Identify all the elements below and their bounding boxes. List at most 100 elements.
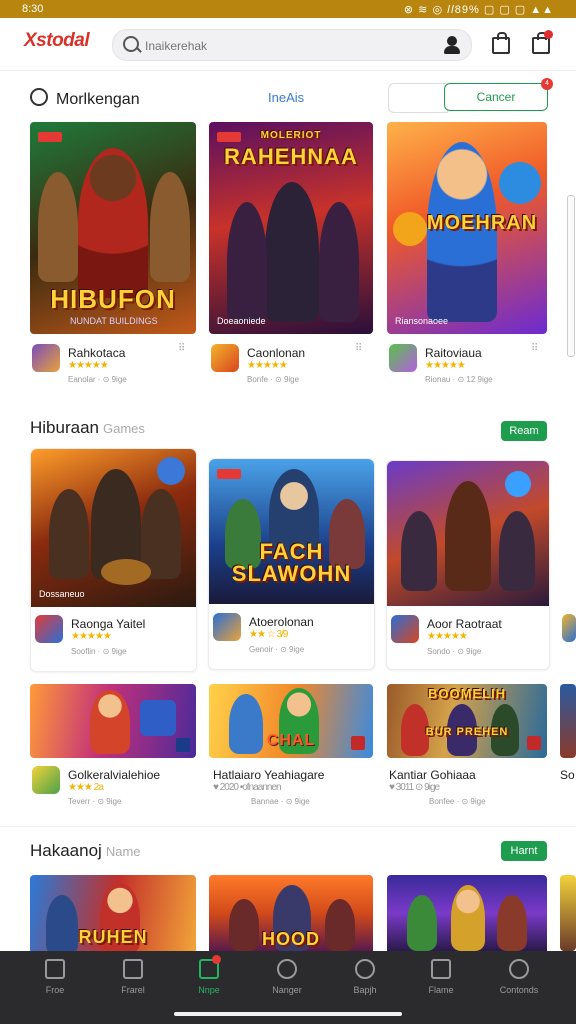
search-icon: [30, 88, 48, 106]
game-card-partial[interactable]: So: [560, 684, 576, 814]
game-info: Raonga Yaitel ★★★★★ Sooflin · ⊙ 9ige: [31, 613, 196, 669]
game-info: Atoerolonan ★★ ☆ 3/9 Genoir · ⊙ 9ige: [209, 611, 374, 667]
hero-figure: [445, 481, 491, 591]
gem-shape: [140, 700, 176, 736]
art-title: HIBUFON: [50, 284, 176, 314]
game-card[interactable]: Aoor Raotraat ★★★★★ Sondo · ⊙ 9ige: [386, 460, 550, 670]
game-card[interactable]: Dossaneuo Raonga Yaitel ★★★★★ Sooflin · …: [30, 448, 197, 672]
status-bar: 8:30 ⊗ ≋ ◎ 𝑙𝑙89% ▢ ▢ ▢ ▲▲: [0, 0, 576, 18]
harnt-button[interactable]: Harnt: [501, 841, 547, 861]
nav-flame[interactable]: Flame: [408, 959, 474, 1007]
rating-stars: ★★★ 2a: [68, 782, 104, 793]
game-card[interactable]: [387, 875, 553, 951]
art-title: BOOMELIH: [427, 686, 507, 701]
hero-figure: [401, 511, 437, 591]
game-info: Golkeralvialehioe ★★★ 2a Teverr · ⊙ 9ige: [30, 766, 196, 814]
art-title: HOOD: [262, 929, 320, 949]
blank-button[interactable]: [388, 83, 448, 113]
game-card[interactable]: CHAL Hatlaiaro Yeahiagare ♥ 2020 •ofnaan…: [209, 684, 375, 814]
game-art: [560, 875, 576, 951]
app-icon: [389, 344, 417, 372]
scrollbar[interactable]: [567, 195, 575, 357]
tab-mid[interactable]: IneAis: [268, 90, 304, 105]
more-icon[interactable]: ⠿: [355, 344, 367, 356]
hero-figure: [150, 172, 190, 282]
game-card[interactable]: HIBUFON NUNDAT BUILDINGS Rahkotaca ★★★★★…: [30, 122, 196, 392]
corner-badge: [527, 736, 541, 750]
rating-stars: ★★★★★: [71, 631, 112, 642]
hero-figure: [78, 148, 148, 298]
more-icon[interactable]: ⠿: [531, 344, 543, 356]
section-title-hakaanoj: Hakaanoj Name: [30, 841, 141, 860]
section-title-hiburaan: Hiburaan Games: [30, 418, 145, 437]
game-art: [387, 875, 547, 951]
nav-manager[interactable]: Nanger: [254, 959, 320, 1007]
search-icon: [123, 36, 139, 52]
app-header: Xstodal: [0, 18, 576, 71]
game-card[interactable]: MOEHRAN Riansonaoee Raitoviaua ★★★★★ Rio…: [387, 122, 553, 392]
game-meta: Bonfee · ⊙ 9ige: [429, 797, 486, 806]
game-name: Raitoviaua: [425, 346, 482, 360]
magnifier-icon: [509, 959, 529, 979]
hero-figure: [497, 895, 527, 951]
more-icon[interactable]: ⠿: [178, 344, 190, 356]
game-card[interactable]: MOLERIOT RAHEHNAA Doeaoniede Caonlonan ★…: [209, 122, 375, 392]
art-title: RUHEN: [78, 927, 148, 947]
game-card[interactable]: BOOMELIH BUR PREHEN Kantiar Gohiaaa ♥ 30…: [387, 684, 553, 814]
game-meta: Sondo · ⊙ 9ige: [427, 647, 482, 656]
bag-button[interactable]: [489, 32, 511, 54]
game-card[interactable]: RUHEN: [30, 875, 196, 951]
home-icon: [45, 959, 65, 979]
ream-button[interactable]: Ream: [501, 421, 547, 441]
hero-figure: [451, 885, 485, 951]
hero-figure: [407, 895, 437, 951]
hero-figure: [499, 511, 535, 591]
cancer-button[interactable]: Cancer 4: [444, 78, 553, 111]
search-input[interactable]: [143, 35, 447, 57]
game-name: Atoerolonan: [249, 615, 314, 629]
orb-shape: [499, 162, 541, 204]
game-meta: Eanolar · ⊙ 9ige: [68, 375, 127, 384]
profile-icon[interactable]: [443, 35, 461, 55]
section-subtitle: Name: [105, 844, 141, 859]
game-art: [387, 461, 549, 606]
clock-icon: [277, 959, 297, 979]
art-title: FACH SLAWOHN: [231, 539, 352, 586]
game-name: Golkeralvialehioe: [68, 768, 161, 782]
game-art: RUHEN: [30, 875, 196, 951]
game-art: Dossaneuo: [31, 449, 196, 607]
hero-figure: [90, 690, 130, 754]
rating-stars: ★★★★★: [247, 360, 288, 371]
nav-apps[interactable]: Nnpe: [176, 955, 242, 1007]
art-subtitle: NUNDAT BUILDINGS: [70, 316, 158, 326]
game-card[interactable]: HOOD: [209, 875, 375, 951]
rating-stars: ★★★★★: [68, 360, 109, 371]
art-top-text: MOLERIOT: [260, 130, 322, 141]
art-title: MOEHRAN: [426, 212, 538, 234]
app-icon: [562, 614, 576, 642]
rating-stars: ★★ ☆ 3/9: [249, 629, 288, 640]
app-logo[interactable]: Xstodal: [24, 30, 90, 51]
nav-search[interactable]: Bapjh: [332, 959, 398, 1007]
game-stat: ♥ 3011 ⊙ 9ige: [389, 782, 440, 793]
game-card-partial[interactable]: [560, 612, 576, 642]
notification-dot: [544, 30, 553, 39]
section-divider: [0, 826, 576, 827]
home-indicator[interactable]: [174, 1012, 402, 1016]
game-card[interactable]: FACH SLAWOHN Atoerolonan ★★ ☆ 3/9 Genoir…: [208, 458, 375, 670]
nav-contents[interactable]: Contonds: [486, 959, 552, 1007]
bag-icon: [492, 32, 510, 54]
notification-icon: [532, 32, 550, 54]
game-card[interactable]: Golkeralvialehioe ★★★ 2a Teverr · ⊙ 9ige: [30, 684, 196, 814]
game-card-partial[interactable]: [560, 875, 576, 951]
app-icon: [35, 615, 63, 643]
nav-grid[interactable]: Frarel: [100, 959, 166, 1007]
nav-home[interactable]: Froe: [22, 959, 88, 1007]
game-art: MOEHRAN Riansonaoee: [387, 122, 547, 334]
logo-text: Xstodal: [24, 30, 90, 51]
search-bar[interactable]: [112, 29, 472, 61]
chart-icon: [431, 959, 451, 979]
notifications-button[interactable]: [529, 30, 553, 54]
rating-stars: ★★★★★: [425, 360, 466, 371]
game-info: Aoor Raotraat ★★★★★ Sondo · ⊙ 9ige: [387, 613, 549, 669]
